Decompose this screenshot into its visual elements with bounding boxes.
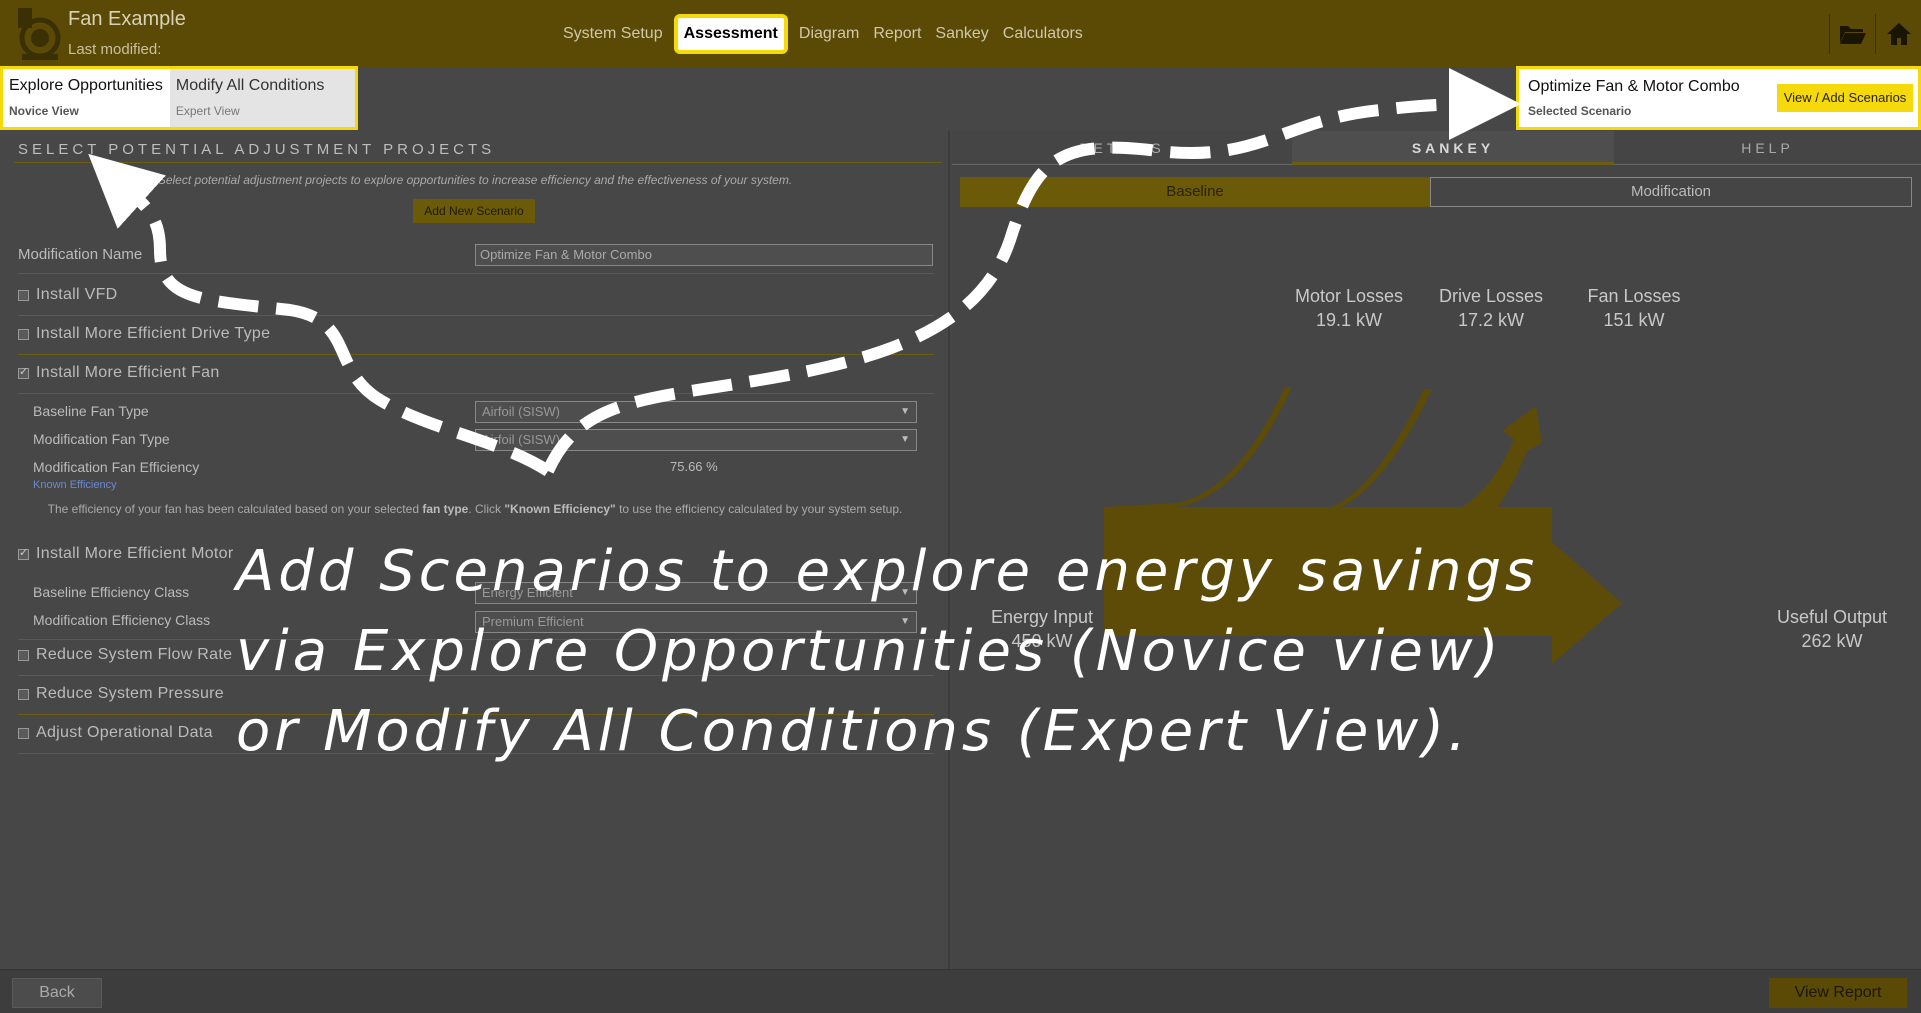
install-fan-checkbox[interactable] bbox=[18, 365, 29, 379]
modification-name-label: Modification Name bbox=[18, 246, 143, 263]
tab-sankey[interactable]: Sankey bbox=[928, 14, 995, 54]
fan-losses-value: 151 kW bbox=[1603, 310, 1665, 330]
view-mode-tabs: Explore Opportunities Novice View Modify… bbox=[0, 66, 358, 130]
scenario-name: Optimize Fan & Motor Combo bbox=[1528, 78, 1740, 95]
intro-text: Select potential adjustment projects to … bbox=[157, 173, 793, 187]
adjust-operational-checkbox[interactable] bbox=[18, 728, 29, 739]
divider bbox=[18, 273, 934, 274]
header-divider bbox=[14, 162, 942, 163]
mod-fan-type-label: Modification Fan Type bbox=[33, 431, 170, 447]
add-new-scenario-button[interactable]: Add New Scenario bbox=[413, 199, 535, 223]
mod-efficiency-class-label: Modification Efficiency Class bbox=[33, 612, 211, 628]
mod-fan-type-value: Airfoil (SISW) bbox=[482, 432, 560, 447]
reduce-flow-label: Reduce System Flow Rate bbox=[36, 646, 233, 663]
efficiency-note: The efficiency of your fan has been calc… bbox=[47, 502, 903, 516]
install-drive-checkbox[interactable] bbox=[18, 329, 29, 340]
drive-losses-label: Drive Losses 17.2 kW bbox=[1416, 284, 1566, 332]
explore-opportunities-label: Explore Opportunities bbox=[9, 77, 163, 94]
callout-line-1: Add Scenarios to explore energy savings bbox=[236, 539, 1539, 604]
known-efficiency-link[interactable]: Known Efficiency bbox=[33, 479, 117, 491]
install-drive-label: Install More Efficient Drive Type bbox=[36, 325, 271, 342]
caret-down-icon: ▼ bbox=[900, 406, 910, 417]
reduce-pressure-label: Reduce System Pressure bbox=[36, 685, 225, 702]
callout-line-3: or Modify All Conditions (Expert View). bbox=[236, 699, 1470, 764]
tab-calculators[interactable]: Calculators bbox=[996, 14, 1090, 54]
modify-all-conditions-label: Modify All Conditions bbox=[175, 77, 325, 94]
useful-output-value: 262 kW bbox=[1801, 631, 1863, 651]
panel-header: SELECT POTENTIAL ADJUSTMENT PROJECTS bbox=[18, 141, 496, 158]
baseline-efficiency-class-label: Baseline Efficiency Class bbox=[33, 584, 190, 600]
sankey-drive-loss-branch bbox=[1214, 389, 1432, 513]
back-button[interactable]: Back bbox=[12, 978, 102, 1008]
sankey-motor-loss-branch bbox=[1104, 387, 1292, 507]
tutorial-callout: Add Scenarios to explore energy savings … bbox=[236, 532, 1538, 772]
explore-opportunities-tab[interactable]: Explore Opportunities Novice View bbox=[3, 69, 170, 127]
novice-view-label: Novice View bbox=[9, 104, 79, 118]
last-modified-label: Last modified: bbox=[68, 41, 162, 58]
install-motor-checkbox[interactable] bbox=[18, 546, 29, 560]
install-motor-label: Install More Efficient Motor bbox=[36, 545, 234, 562]
install-fan-label: Install More Efficient Fan bbox=[36, 364, 220, 381]
main-nav: System Setup Assessment Diagram Report S… bbox=[556, 14, 1090, 54]
drive-losses-value: 17.2 kW bbox=[1457, 310, 1525, 330]
fan-logo-icon bbox=[18, 8, 61, 60]
mod-fan-efficiency-value: 75.66 % bbox=[670, 459, 718, 474]
modification-name-input[interactable]: Optimize Fan & Motor Combo bbox=[475, 244, 933, 266]
toolbar-icons bbox=[1829, 14, 1921, 54]
tab-report[interactable]: Report bbox=[866, 14, 928, 54]
top-bar: Fan Example Last modified: System Setup … bbox=[0, 0, 1921, 67]
home-icon[interactable] bbox=[1875, 14, 1921, 54]
app-title: Fan Example bbox=[68, 8, 186, 30]
tab-diagram[interactable]: Diagram bbox=[792, 14, 866, 54]
view-report-button[interactable]: View Report bbox=[1769, 978, 1907, 1008]
motor-losses-value: 19.1 kW bbox=[1315, 310, 1383, 330]
baseline-fan-type-value: Airfoil (SISW) bbox=[482, 404, 560, 419]
baseline-fan-type-label: Baseline Fan Type bbox=[33, 403, 149, 419]
fan-losses-label: Fan Losses 151 kW bbox=[1559, 284, 1709, 332]
install-vfd-label: Install VFD bbox=[36, 286, 118, 303]
tab-system-setup[interactable]: System Setup bbox=[556, 14, 670, 54]
callout-line-2: via Explore Opportunities (Novice view) bbox=[236, 619, 1503, 684]
reduce-flow-checkbox[interactable] bbox=[18, 650, 29, 661]
tab-assessment[interactable]: Assessment bbox=[673, 14, 788, 54]
useful-output-label: Useful Output 262 kW bbox=[1752, 605, 1912, 653]
selected-scenario-box: Optimize Fan & Motor Combo Selected Scen… bbox=[1516, 66, 1921, 130]
motor-losses-label: Motor Losses 19.1 kW bbox=[1274, 284, 1424, 332]
divider bbox=[18, 354, 934, 355]
view-add-scenarios-button[interactable]: View / Add Scenarios bbox=[1777, 84, 1913, 112]
install-vfd-checkbox[interactable] bbox=[18, 290, 29, 301]
caret-down-icon: ▼ bbox=[900, 434, 910, 445]
expert-view-label: Expert View bbox=[175, 104, 240, 118]
adjust-operational-label: Adjust Operational Data bbox=[36, 724, 213, 741]
divider bbox=[18, 393, 934, 394]
selected-scenario-label: Selected Scenario bbox=[1528, 104, 1632, 118]
divider bbox=[18, 315, 934, 316]
reduce-pressure-checkbox[interactable] bbox=[18, 689, 29, 700]
modify-all-conditions-tab[interactable]: Modify All Conditions Expert View bbox=[169, 69, 355, 127]
bottom-bar: Back View Report bbox=[0, 969, 1921, 1013]
folder-open-icon[interactable] bbox=[1829, 14, 1875, 54]
mod-fan-efficiency-label: Modification Fan Efficiency bbox=[33, 459, 200, 475]
baseline-fan-type-select[interactable]: Airfoil (SISW) ▼ bbox=[475, 401, 917, 423]
mod-fan-type-select[interactable]: Airfoil (SISW) ▼ bbox=[475, 429, 917, 451]
